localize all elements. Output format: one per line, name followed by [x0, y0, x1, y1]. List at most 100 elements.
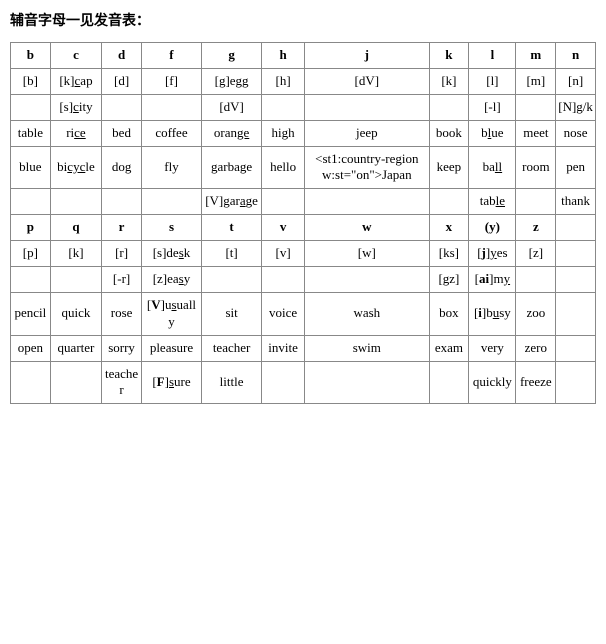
cell	[11, 267, 51, 293]
cell: [i]busy	[469, 292, 516, 335]
cell: zoo	[516, 292, 556, 335]
cell: freeze	[516, 361, 556, 404]
cell: [z]	[516, 241, 556, 267]
cell: [d]	[102, 68, 142, 94]
cell	[11, 361, 51, 404]
col-header: v	[262, 215, 305, 241]
cell: [dV]	[202, 94, 262, 120]
cell	[50, 267, 102, 293]
cell	[141, 94, 201, 120]
cell	[516, 189, 556, 215]
cell: jeep	[305, 120, 430, 146]
cell: blue	[469, 120, 516, 146]
cell	[305, 361, 430, 404]
col-header: (y)	[469, 215, 516, 241]
cell: [N]g/k	[556, 94, 596, 120]
col-header: l	[469, 43, 516, 69]
col-header: t	[202, 215, 262, 241]
cell: [l]	[469, 68, 516, 94]
cell	[429, 361, 469, 404]
cell: sit	[202, 292, 262, 335]
cell: ball	[469, 146, 516, 189]
cell: quarter	[50, 335, 102, 361]
col-header: f	[141, 43, 201, 69]
col-header: q	[50, 215, 102, 241]
cell	[11, 94, 51, 120]
cell	[102, 189, 142, 215]
cell: exam	[429, 335, 469, 361]
col-header: k	[429, 43, 469, 69]
col-header: p	[11, 215, 51, 241]
cell: room	[516, 146, 556, 189]
cell: [-r]	[102, 267, 142, 293]
cell: [k]	[429, 68, 469, 94]
col-header: n	[556, 43, 596, 69]
cell: teacher	[202, 335, 262, 361]
cell: zero	[516, 335, 556, 361]
cell: book	[429, 120, 469, 146]
cell	[429, 189, 469, 215]
cell: garbage	[202, 146, 262, 189]
cell	[262, 267, 305, 293]
col-header: x	[429, 215, 469, 241]
cell	[556, 361, 596, 404]
col-header: z	[516, 215, 556, 241]
cell	[202, 267, 262, 293]
cell: rose	[102, 292, 142, 335]
cell: sorry	[102, 335, 142, 361]
cell: coffee	[141, 120, 201, 146]
cell	[11, 189, 51, 215]
cell: [ai]my	[469, 267, 516, 293]
cell: dog	[102, 146, 142, 189]
cell: [g]egg	[202, 68, 262, 94]
col-header: m	[516, 43, 556, 69]
cell: [k]cap	[50, 68, 102, 94]
cell: box	[429, 292, 469, 335]
cell: rice	[50, 120, 102, 146]
cell: quickly	[469, 361, 516, 404]
cell: [w]	[305, 241, 430, 267]
cell: [v]	[262, 241, 305, 267]
cell: table	[469, 189, 516, 215]
cell: [dV]	[305, 68, 430, 94]
cell: [gz]	[429, 267, 469, 293]
col-header: w	[305, 215, 430, 241]
cell: [b]	[11, 68, 51, 94]
cell: wash	[305, 292, 430, 335]
col-header: g	[202, 43, 262, 69]
cell: [j]yes	[469, 241, 516, 267]
cell	[429, 94, 469, 120]
col-header: s	[141, 215, 201, 241]
col-header: h	[262, 43, 305, 69]
cell	[262, 361, 305, 404]
col-header: b	[11, 43, 51, 69]
cell	[50, 189, 102, 215]
pronunciation-table: bcdfghjklmn[b][k]cap[d][f][g]egg[h][dV][…	[10, 42, 596, 404]
cell	[262, 189, 305, 215]
cell: [f]	[141, 68, 201, 94]
cell: hello	[262, 146, 305, 189]
cell	[305, 267, 430, 293]
cell	[516, 267, 556, 293]
cell: [F]sure	[141, 361, 201, 404]
cell: teacher	[102, 361, 142, 404]
cell: little	[202, 361, 262, 404]
cell: thank	[556, 189, 596, 215]
cell: open	[11, 335, 51, 361]
cell	[516, 94, 556, 120]
cell: nose	[556, 120, 596, 146]
cell: meet	[516, 120, 556, 146]
cell	[556, 335, 596, 361]
page-title: 辅音字母一见发音表：	[10, 10, 596, 30]
cell: high	[262, 120, 305, 146]
col-header	[556, 215, 596, 241]
cell: keep	[429, 146, 469, 189]
cell: fly	[141, 146, 201, 189]
cell: [r]	[102, 241, 142, 267]
cell: [V]usually	[141, 292, 201, 335]
cell: [ks]	[429, 241, 469, 267]
col-header: r	[102, 215, 142, 241]
cell	[50, 361, 102, 404]
cell: [m]	[516, 68, 556, 94]
cell: [p]	[11, 241, 51, 267]
